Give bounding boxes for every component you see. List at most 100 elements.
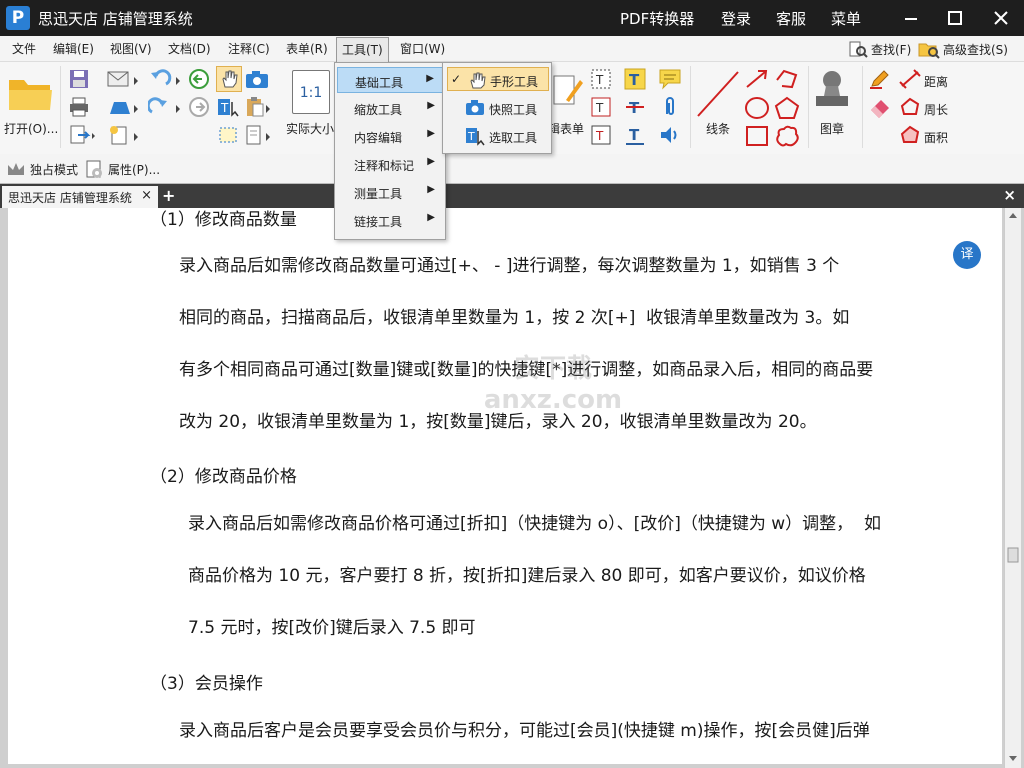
polygon-tool-button[interactable] xyxy=(774,96,800,120)
menu-item-link-tools[interactable]: 链接工具 ▶ xyxy=(337,207,445,233)
line-tool-button[interactable] xyxy=(694,68,742,120)
print-button[interactable] xyxy=(68,96,90,118)
tab-close-icon[interactable]: × xyxy=(141,188,152,203)
add-tab-icon[interactable]: + xyxy=(162,186,175,205)
menu-item-zoom-tools[interactable]: 缩放工具 ▶ xyxy=(337,95,445,121)
actual-size-button[interactable]: 1:1 xyxy=(292,70,330,114)
exclusive-mode-button[interactable]: 独占模式 xyxy=(6,158,86,180)
rectangle-tool-button[interactable] xyxy=(744,124,770,148)
checkmark-icon: ✓ xyxy=(451,72,462,86)
login-button[interactable]: 登录 xyxy=(721,8,751,29)
main-menu-button[interactable]: 菜单 xyxy=(831,8,861,29)
menu-edit[interactable]: 编辑(E) xyxy=(53,40,94,57)
clipboard-icon xyxy=(247,97,270,117)
new-document-button[interactable] xyxy=(106,124,142,146)
menu-item-content-edit[interactable]: 内容编辑 ▶ xyxy=(337,123,445,149)
menu-document[interactable]: 文档(D) xyxy=(168,40,211,57)
speaker-icon xyxy=(661,127,677,143)
menu-window[interactable]: 窗口(W) xyxy=(400,40,445,57)
document-tab[interactable]: 思迅天店 店铺管理系统 × xyxy=(2,186,158,208)
line-icon xyxy=(697,71,739,117)
svg-text:T: T xyxy=(629,71,640,89)
area-tool-button[interactable] xyxy=(898,124,922,146)
text-box-button[interactable]: T xyxy=(590,96,612,118)
paragraph-line: 录入商品后客户是会员要享受会员价与积分，可能过[会员](快捷键 m)操作，按[会… xyxy=(179,721,870,741)
save-icon xyxy=(70,70,88,88)
distance-label[interactable]: 距离 xyxy=(924,73,948,90)
perimeter-tool-button[interactable] xyxy=(898,96,922,118)
underline-button[interactable]: T xyxy=(624,124,646,146)
close-window-button[interactable] xyxy=(988,6,1014,30)
text-field-button[interactable]: T xyxy=(590,68,612,90)
document-viewport[interactable]: （1）修改商品数量 录入商品后如需修改商品数量可通过[+、 - ]进行调整，每次… xyxy=(0,208,1024,768)
close-all-tabs-icon[interactable]: × xyxy=(1003,186,1016,204)
email-button[interactable] xyxy=(106,68,142,90)
export-button[interactable] xyxy=(68,124,98,146)
undo-button[interactable] xyxy=(148,68,184,90)
circle-tool-button[interactable] xyxy=(744,96,770,120)
area-icon xyxy=(900,125,920,143)
typewriter-button[interactable]: T xyxy=(624,68,646,90)
paste-button[interactable] xyxy=(244,96,272,118)
menu-view[interactable]: 视图(V) xyxy=(110,40,152,57)
back-button[interactable] xyxy=(188,68,210,90)
hand-tool-button[interactable] xyxy=(216,66,242,92)
pdf-converter-button[interactable]: PDF转换器 xyxy=(620,8,694,29)
find-button[interactable]: 查找(F) xyxy=(848,39,911,59)
menu-form[interactable]: 表单(R) xyxy=(286,40,328,57)
menu-item-hand-tool[interactable]: ✓ 手形工具 xyxy=(447,67,549,91)
sound-button[interactable] xyxy=(658,124,682,146)
submenu-arrow-icon: ▶ xyxy=(426,73,434,84)
redo-icon xyxy=(146,97,180,114)
svg-text:T: T xyxy=(595,129,604,143)
forward-button[interactable] xyxy=(188,96,210,118)
distance-tool-button[interactable] xyxy=(898,68,922,90)
form-edit-button[interactable] xyxy=(552,68,584,114)
vertical-scrollbar[interactable] xyxy=(1004,208,1021,768)
select-text-button[interactable]: T xyxy=(216,96,242,118)
service-button[interactable]: 客服 xyxy=(776,8,806,29)
eraser-tool-button[interactable] xyxy=(868,96,892,118)
snapshot-button[interactable] xyxy=(244,68,270,90)
minimize-button[interactable] xyxy=(898,6,924,30)
strikeout-button[interactable]: T xyxy=(624,96,646,118)
comment-bubble-icon xyxy=(659,69,681,90)
forward-arrow-icon xyxy=(189,97,209,117)
menu-item-select-tool[interactable]: T 选取工具 xyxy=(447,124,549,148)
menu-item-snapshot-tool[interactable]: 快照工具 xyxy=(447,96,549,120)
back-arrow-icon xyxy=(189,69,209,89)
properties-button[interactable]: 属性(P)... xyxy=(84,158,168,180)
attach-file-button[interactable] xyxy=(660,96,680,118)
menu-item-basic-tools[interactable]: 基础工具 ▶ xyxy=(337,67,445,93)
pencil-tool-button[interactable] xyxy=(868,68,892,90)
menu-comment[interactable]: 注释(C) xyxy=(228,40,270,57)
new-document-icon xyxy=(110,126,138,145)
advanced-find-button[interactable]: 高级查找(S) xyxy=(918,39,1008,59)
stamp-button[interactable] xyxy=(812,66,852,118)
arrow-tool-button[interactable] xyxy=(744,68,770,90)
page-icon xyxy=(246,125,270,145)
cloud-upload-icon xyxy=(110,102,138,114)
find-icon xyxy=(849,41,868,58)
maximize-button[interactable] xyxy=(942,6,968,30)
underline-icon: T xyxy=(626,126,644,145)
upload-button[interactable] xyxy=(106,96,142,118)
menu-file[interactable]: 文件 xyxy=(12,40,36,57)
translate-button[interactable]: 译 xyxy=(953,241,981,269)
menu-tools[interactable]: 工具(T) xyxy=(336,37,389,63)
menu-item-measure-tools[interactable]: 测量工具 ▶ xyxy=(337,179,445,205)
save-button[interactable] xyxy=(68,68,90,90)
advanced-find-label: 高级查找(S) xyxy=(943,42,1008,57)
callout-button[interactable]: T xyxy=(590,124,612,146)
crop-button[interactable] xyxy=(216,124,242,146)
note-button[interactable] xyxy=(658,68,682,90)
area-label[interactable]: 面积 xyxy=(924,129,948,146)
menu-item-annotation-markup[interactable]: 注释和标记 ▶ xyxy=(337,151,445,177)
section-heading: （1）修改商品数量 xyxy=(150,210,297,230)
redo-button[interactable] xyxy=(146,96,184,118)
open-button[interactable] xyxy=(6,72,54,114)
page-tools-button[interactable] xyxy=(244,124,272,146)
perimeter-label[interactable]: 周长 xyxy=(924,101,948,118)
polyline-tool-button[interactable] xyxy=(774,68,800,90)
cloud-tool-button[interactable] xyxy=(774,124,800,148)
